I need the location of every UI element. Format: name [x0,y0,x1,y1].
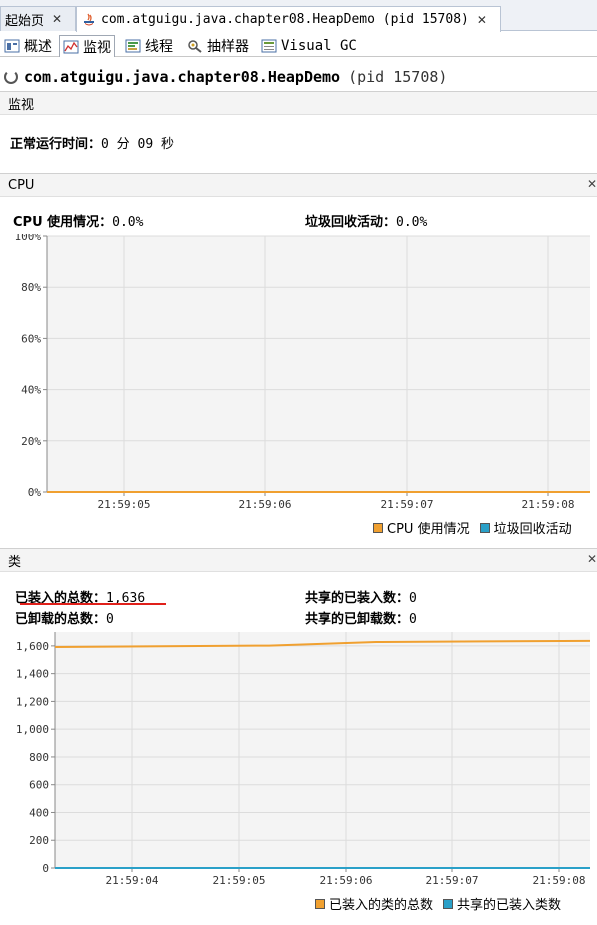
y-tick-label: 0 [42,862,49,875]
cpu-chart: 0% 20% 40% 60% 80% 100% 21:59:05 21:59:06 21:59:… [15,234,590,511]
section-title: 监视 [8,97,35,113]
y-tick-label: 1,000 [16,723,49,736]
tab-sampler[interactable]: 抽样器 [183,35,253,57]
y-tick-label: 0% [28,486,42,499]
legend-shared-label: 共享的已装入类数 [457,898,562,913]
gc-activity-value: 0.0% [396,215,428,230]
tab-overview[interactable]: 概述 [0,35,56,57]
cpu-usage-label: CPU 使用情况： [13,215,113,230]
y-tick-label: 20% [21,435,41,448]
monitor-icon [63,40,79,54]
visualgc-icon [261,39,277,53]
monitor-section-header: 监视 [0,91,597,115]
threads-icon [125,39,141,53]
y-tick-label: 100% [15,234,42,243]
legend-swatch [479,522,490,533]
shared-loaded-stat: 共享的已装入数：0 [305,587,417,606]
tab-label: 抽样器 [207,39,249,55]
uptime: 正常运行时间：0 分 09 秒 [10,133,174,152]
app-name: com.atguigu.java.chapter08.HeapDemo [24,68,341,86]
tab-label: 起始页 [5,13,45,29]
app-pid: (pid 15708) [348,68,448,86]
tab-label: 概述 [24,39,52,55]
close-icon[interactable]: ✕ [587,177,597,191]
plot-area [55,632,590,868]
x-tick-label: 21:59:05 [213,874,266,887]
cpu-legend: CPU 使用情况 垃圾回收活动 [373,518,572,537]
document-tab-bar: 起始页 ✕ com.atguigu.java.chapter08.HeapDem… [0,0,597,32]
y-tick-label: 40% [21,384,41,397]
tab-threads[interactable]: 线程 [121,35,177,57]
cpu-section-header: CPU ✕ [0,173,597,197]
section-title: CPU [8,177,35,193]
red-underline-annotation [20,603,166,605]
tab-heapdemo[interactable]: com.atguigu.java.chapter08.HeapDemo (pid… [76,6,501,32]
loading-icon [4,70,18,84]
legend-swatch [443,898,454,909]
classes-legend: 已装入的类的总数 共享的已装入类数 [315,894,561,913]
unloaded-total-stat: 已卸载的总数：0 [15,608,114,627]
y-tick-label: 400 [29,806,49,819]
tab-visual-gc[interactable]: Visual GC [257,35,361,57]
x-tick-label: 21:59:05 [98,498,151,511]
x-tick-label: 21:59:06 [320,874,373,887]
x-tick-label: 21:59:07 [381,498,434,511]
sampler-icon [187,39,203,53]
y-tick-label: 1,200 [16,695,49,708]
y-tick-label: 600 [29,779,49,792]
legend-gc-label: 垃圾回收活动 [493,522,572,537]
unloaded-total-value: 0 [106,612,114,627]
shared-unloaded-stat: 共享的已卸载数：0 [305,608,417,627]
gc-activity-stat: 垃圾回收活动：0.0% [305,211,427,230]
classes-chart: 0 200 400 600 800 1,000 1,200 1,400 1,600 21:59:0… [16,632,591,887]
close-icon[interactable]: ✕ [587,552,597,566]
y-tick-label: 80% [21,281,41,294]
legend-loaded-label: 已装入的类的总数 [329,898,434,913]
cpu-usage-value: 0.0% [112,215,144,230]
overview-icon [4,39,20,53]
shared-unloaded-label: 共享的已卸载数： [305,612,410,627]
cpu-usage-stat: CPU 使用情况：0.0% [13,211,143,230]
gc-activity-label: 垃圾回收活动： [305,215,397,230]
x-tick-label: 21:59:08 [522,498,575,511]
tab-start-page[interactable]: 起始页 ✕ [0,6,76,31]
y-tick-label: 200 [29,834,49,847]
tab-label: 线程 [145,39,173,55]
section-title: 类 [8,554,22,570]
uptime-label: 正常运行时间： [10,137,102,152]
legend-cpu-label: CPU 使用情况 [387,522,470,537]
close-icon[interactable]: ✕ [477,13,487,27]
y-tick-label: 800 [29,751,49,764]
java-icon [81,12,97,28]
x-tick-label: 21:59:06 [239,498,292,511]
tab-label: com.atguigu.java.chapter08.HeapDemo (pid… [101,12,469,27]
plot-area [47,236,590,492]
shared-unloaded-value: 0 [409,612,417,627]
uptime-value: 0 分 09 秒 [101,137,174,152]
shared-loaded-label: 共享的已装入数： [305,591,410,606]
x-tick-label: 21:59:08 [533,874,586,887]
view-tab-bar: 概述 监视 线程 抽样器 Visual GC [0,33,597,57]
tab-label: 监视 [83,39,111,56]
tab-label: Visual GC [281,38,357,54]
y-tick-label: 1,400 [16,668,49,681]
application-title: com.atguigu.java.chapter08.HeapDemo (pid… [4,66,447,88]
tab-monitor[interactable]: 监视 [59,35,115,57]
x-tick-label: 21:59:07 [426,874,479,887]
y-tick-label: 1,600 [16,640,49,653]
close-icon[interactable]: ✕ [52,12,62,26]
x-tick-label: 21:59:04 [106,874,159,887]
classes-section-header: 类 ✕ [0,548,597,572]
legend-swatch [373,522,383,533]
legend-swatch [315,898,325,909]
shared-loaded-value: 0 [409,591,417,606]
unloaded-total-label: 已卸载的总数： [15,612,107,627]
y-tick-label: 60% [21,332,41,345]
